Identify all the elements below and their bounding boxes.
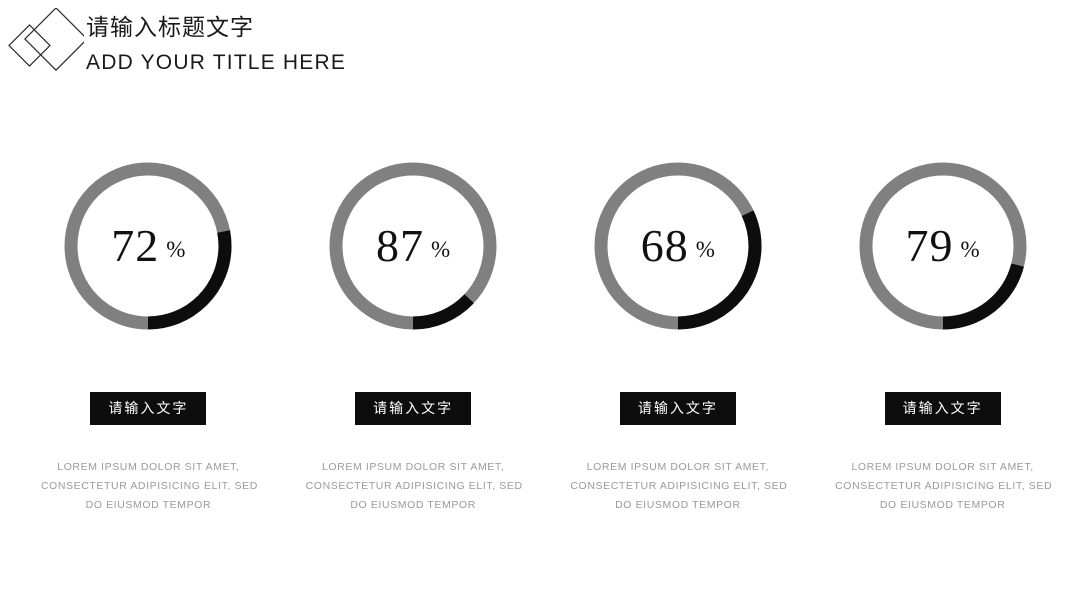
slide-canvas: 请输入标题文字 ADD YOUR TITLE HERE 72 % 请输入文字 L… [0,0,1067,600]
percent-value: 79 [905,220,954,271]
donut-center-label: 72 % [62,160,234,332]
donut-chart: 79 % [857,160,1029,332]
stat-column: 68 % 请输入文字 LOREM IPSUM DOLOR SIT AMET, C… [554,160,803,515]
donut-chart: 68 % [592,160,764,332]
percent-sign: % [431,236,451,262]
description-line: DO EIUSMOD TEMPOR [879,499,1006,511]
stat-column: 87 % 请输入文字 LOREM IPSUM DOLOR SIT AMET, C… [289,160,538,515]
donut-chart: 72 % [62,160,234,332]
column-description: LOREM IPSUM DOLOR SIT AMET, CONSECTETUR … [835,458,1053,515]
description-line: CONSECTETUR ADIPISICING ELIT, SED [835,480,1053,492]
description-line: LOREM IPSUM DOLOR SIT AMET, [321,461,505,473]
stat-column: 72 % 请输入文字 LOREM IPSUM DOLOR SIT AMET, C… [24,160,273,515]
percent-value: 72 [111,220,160,271]
percent-sign: % [166,236,186,262]
description-line: CONSECTETUR ADIPISICING ELIT, SED [305,480,523,492]
description-line: DO EIUSMOD TEMPOR [85,499,212,511]
stat-column: 79 % 请输入文字 LOREM IPSUM DOLOR SIT AMET, C… [818,160,1067,515]
donut-center-label: 79 % [857,160,1029,332]
donut-center-label: 87 % [327,160,499,332]
percent-value: 87 [376,220,425,271]
slide-header: 请输入标题文字 ADD YOUR TITLE HERE [0,0,1067,100]
donut-center-label: 68 % [592,160,764,332]
donut-chart: 87 % [327,160,499,332]
percent-sign: % [960,236,980,262]
description-line: CONSECTETUR ADIPISICING ELIT, SED [40,480,258,492]
column-description: LOREM IPSUM DOLOR SIT AMET, CONSECTETUR … [305,458,523,515]
column-label-button[interactable]: 请输入文字 [884,392,1001,425]
column-label-button[interactable]: 请输入文字 [355,392,472,425]
description-line: LOREM IPSUM DOLOR SIT AMET, [851,461,1034,473]
description-line: DO EIUSMOD TEMPOR [350,499,476,511]
percent-value: 68 [640,220,689,271]
page-title-cn: 请输入标题文字 [86,14,254,40]
column-label-button[interactable]: 请输入文字 [90,392,207,425]
double-diamond-icon [6,7,88,76]
percent-sign: % [695,236,715,262]
page-title-en: ADD YOUR TITLE HERE [86,51,347,74]
column-label-button[interactable]: 请输入文字 [619,392,736,425]
stat-columns: 72 % 请输入文字 LOREM IPSUM DOLOR SIT AMET, C… [0,160,1067,515]
column-description: LOREM IPSUM DOLOR SIT AMET, CONSECTETUR … [570,458,788,515]
description-line: LOREM IPSUM DOLOR SIT AMET, [586,461,770,473]
description-line: CONSECTETUR ADIPISICING ELIT, SED [570,480,788,492]
description-line: LOREM IPSUM DOLOR SIT AMET, [57,461,240,473]
description-line: DO EIUSMOD TEMPOR [615,499,741,511]
title-block: 请输入标题文字 ADD YOUR TITLE HERE [86,12,346,78]
column-description: LOREM IPSUM DOLOR SIT AMET, CONSECTETUR … [40,458,258,515]
